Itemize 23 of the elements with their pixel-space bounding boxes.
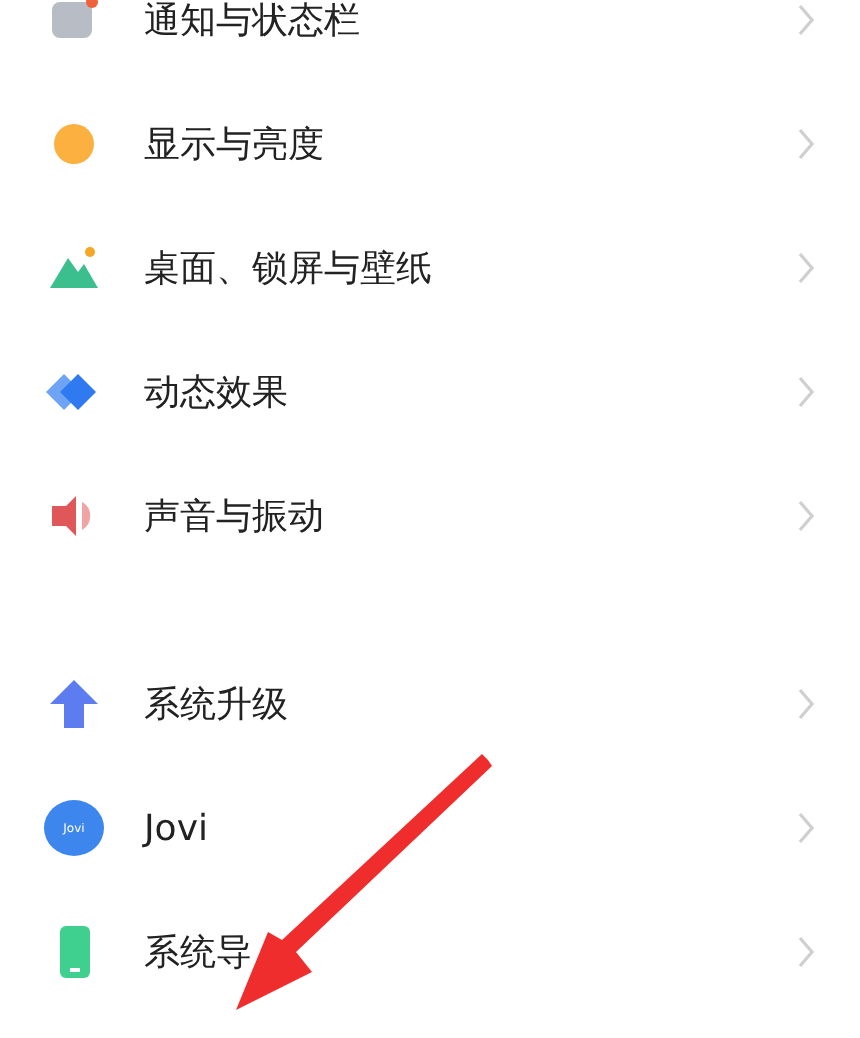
item-label: Jovi: [144, 807, 210, 849]
item-label: 桌面、锁屏与壁纸: [144, 246, 434, 292]
item-label: 动态效果: [144, 370, 290, 416]
chevron-icon: [796, 4, 816, 36]
item-label: 系统升级: [144, 682, 290, 728]
chevron-icon: [796, 688, 816, 720]
item-label: 系统导: [144, 930, 254, 976]
item-label: 显示与亮度: [144, 122, 326, 168]
settings-item[interactable]: 通知与状态栏: [0, 0, 860, 82]
chevron-icon: [796, 936, 816, 968]
settings-item[interactable]: 显示与亮度: [0, 82, 860, 206]
settings-item[interactable]: 系统导: [0, 890, 860, 1014]
settings-item[interactable]: 动态效果: [0, 330, 860, 454]
settings-item[interactable]: 桌面、锁屏与壁纸: [0, 206, 860, 330]
item-label: 声音与振动: [144, 494, 326, 540]
chevron-icon: [796, 812, 816, 844]
chevron-icon: [796, 252, 816, 284]
chevron-icon: [796, 128, 816, 160]
chevron-icon: [796, 376, 816, 408]
settings-item[interactable]: 声音与振动: [0, 454, 860, 578]
item-label: 通知与状态栏: [144, 0, 362, 44]
settings-item[interactable]: 系统升级: [0, 642, 860, 766]
chevron-icon: [796, 500, 816, 532]
